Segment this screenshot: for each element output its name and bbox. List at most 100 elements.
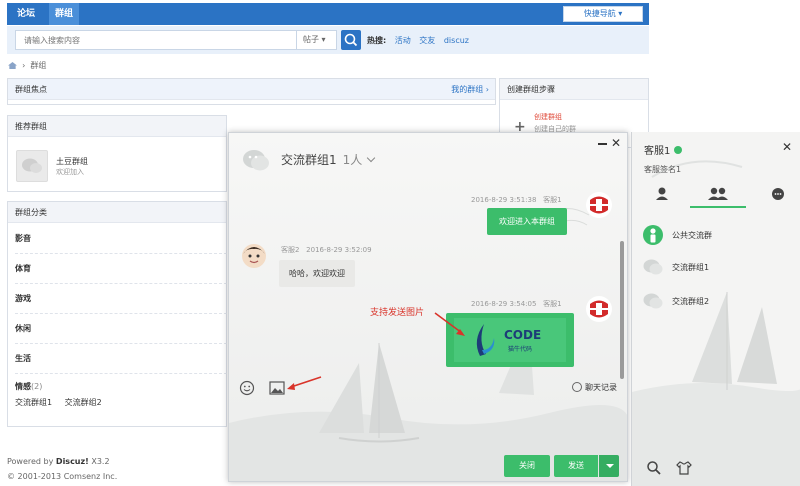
top-nav-bar: 论坛 群组 快捷导航 ▾ — [7, 3, 649, 25]
minimize-icon[interactable] — [598, 143, 607, 145]
users-icon — [708, 187, 728, 200]
nav-forum[interactable]: 论坛 — [11, 3, 41, 25]
contact-item[interactable]: 交流群组1 — [642, 256, 792, 282]
contact-item[interactable]: 交流群组2 — [642, 290, 792, 316]
message-sender: 客服1 — [543, 196, 562, 204]
chevron-down-icon[interactable] — [367, 153, 376, 163]
message-time: 2016-8-29 3:51:38 — [471, 196, 537, 204]
recommended-groups-title: 推荐群组 — [8, 116, 226, 137]
message-time: 2016-8-29 3:54:05 — [471, 300, 537, 308]
contact-name: 公共交流群 — [672, 231, 712, 240]
avatar[interactable] — [585, 295, 613, 323]
message-time: 2016-8-29 3:52:09 — [306, 246, 372, 254]
message-scrollbar[interactable] — [620, 241, 624, 379]
message-meta: 客服2 2016-8-29 3:52:09 — [281, 245, 372, 255]
image-message[interactable]: CODE 猫牛代码 — [446, 313, 574, 367]
chat-header: 交流群组1 1人 ✕ — [229, 133, 627, 185]
tab-groups[interactable] — [690, 182, 746, 208]
category-emotion[interactable]: 情感(2) — [15, 381, 52, 392]
group-focus-title: 群组焦点 — [15, 85, 47, 94]
contact-item[interactable]: 公共交流群 — [642, 224, 792, 250]
close-icon[interactable]: ✕ — [611, 137, 621, 149]
search-bar: 帖子 ▾ 热搜: 活动 交友 discuz — [7, 26, 649, 54]
tab-messages[interactable] — [746, 182, 800, 208]
hot-term-link[interactable]: 交友 — [419, 36, 435, 45]
home-icon[interactable] — [8, 62, 17, 69]
footer-brand[interactable]: Discuz! — [56, 457, 89, 466]
code-logo-icon — [476, 324, 495, 356]
current-user[interactable]: 客服1 — [644, 142, 683, 157]
category-item[interactable]: 游戏 — [15, 284, 227, 314]
group-categories-panel: 群组分类 影音 体育 游戏 休闲 生活 情感(2) 交流群组1 交流群组2 — [7, 201, 227, 427]
breadcrumb: › 群组 — [8, 60, 46, 71]
category-item[interactable]: 休闲 — [15, 314, 227, 344]
group-chat-icon — [643, 293, 663, 309]
search-type-select[interactable]: 帖子 ▾ — [297, 30, 337, 50]
search-icon[interactable] — [646, 460, 662, 476]
contact-panel: 客服1 ✕ 客服签名1 公共交流群 交流群组1 交流群组2 — [631, 132, 800, 486]
hot-term-link[interactable]: 活动 — [395, 36, 411, 45]
search-icon — [344, 33, 358, 47]
footer-copyright: © 2001-2013 Comsenz Inc. — [7, 472, 118, 481]
footer-powered: Powered by Discuz! X3.2 — [7, 457, 110, 466]
category-item[interactable]: 生活 — [15, 344, 227, 374]
send-button[interactable]: 发送 — [554, 455, 598, 477]
chat-history-button[interactable]: 聊天记录 — [572, 382, 617, 393]
group-chat-icon — [243, 150, 269, 171]
image-subtext: 猫牛代码 — [508, 346, 533, 353]
group-desc: 欢迎加入 — [56, 168, 84, 176]
chat-bubble-icon — [22, 158, 42, 173]
current-user-name: 客服1 — [644, 146, 671, 157]
ink-landscape-background — [229, 133, 627, 481]
footer-version: X3.2 — [91, 457, 110, 466]
clock-icon — [572, 382, 582, 392]
avatar[interactable] — [585, 191, 613, 219]
message-sender: 客服1 — [543, 300, 562, 308]
hot-term-link[interactable]: discuz — [444, 36, 469, 45]
emoji-icon[interactable] — [239, 380, 255, 396]
close-button[interactable]: 关闭 — [504, 455, 550, 477]
image-text: CODE — [504, 328, 542, 342]
create-group-link[interactable]: 创建群组 — [534, 112, 562, 122]
contact-panel-toolbar — [632, 450, 800, 486]
my-groups-link[interactable]: 我的群组 › — [451, 79, 489, 100]
image-content: CODE 猫牛代码 — [454, 318, 566, 362]
chat-group-name: 交流群组1 — [281, 153, 337, 167]
search-input[interactable] — [15, 30, 297, 50]
emotion-group-link[interactable]: 交流群组2 — [65, 398, 102, 407]
hot-search-label: 热搜: — [367, 36, 387, 45]
chat-history-label: 聊天记录 — [585, 383, 617, 392]
contact-name: 交流群组2 — [672, 297, 710, 306]
image-icon[interactable] — [269, 381, 285, 395]
hot-search: 热搜: 活动 交友 discuz — [367, 35, 469, 46]
search-button[interactable] — [341, 30, 361, 50]
chat-window: 交流群组1 1人 ✕ 2016-8-29 3:51:38 客服1 欢迎进入本群组 … — [228, 132, 628, 482]
annotation-label: 支持发送图片 — [370, 308, 425, 318]
category-item[interactable]: 体育 — [15, 254, 227, 284]
group-focus-panel: 群组焦点 我的群组 › — [7, 78, 496, 105]
category-emotion-count: (2) — [31, 382, 43, 391]
send-options-dropdown[interactable] — [599, 455, 619, 477]
user-signature[interactable]: 客服签名1 — [644, 164, 681, 175]
online-status-icon — [674, 146, 683, 154]
emotion-group-link[interactable]: 交流群组1 — [15, 398, 52, 407]
chat-title[interactable]: 交流群组1 1人 — [281, 151, 376, 168]
tab-friends[interactable] — [634, 182, 690, 208]
breadcrumb-current[interactable]: 群组 — [30, 61, 46, 70]
category-item[interactable]: 影音 — [15, 224, 227, 254]
user-icon — [656, 187, 668, 200]
message-meta: 2016-8-29 3:51:38 客服1 — [471, 195, 562, 205]
nav-groups[interactable]: 群组 — [49, 3, 80, 25]
group-chat-icon — [643, 259, 663, 275]
avatar[interactable] — [241, 243, 267, 269]
skin-icon[interactable] — [676, 460, 692, 476]
contact-name: 交流群组1 — [672, 263, 710, 272]
close-icon[interactable]: ✕ — [782, 140, 792, 154]
group-categories-title: 群组分类 — [8, 202, 226, 223]
footer-powered-label: Powered by — [7, 457, 54, 466]
quick-nav-label: 快捷导航 — [583, 9, 616, 18]
create-group-title: 创建群组步骤 — [500, 79, 648, 100]
quick-nav-dropdown[interactable]: 快捷导航 ▾ — [563, 6, 643, 22]
category-emotion-label: 情感 — [15, 382, 31, 391]
group-name[interactable]: 土豆群组 — [56, 156, 88, 167]
